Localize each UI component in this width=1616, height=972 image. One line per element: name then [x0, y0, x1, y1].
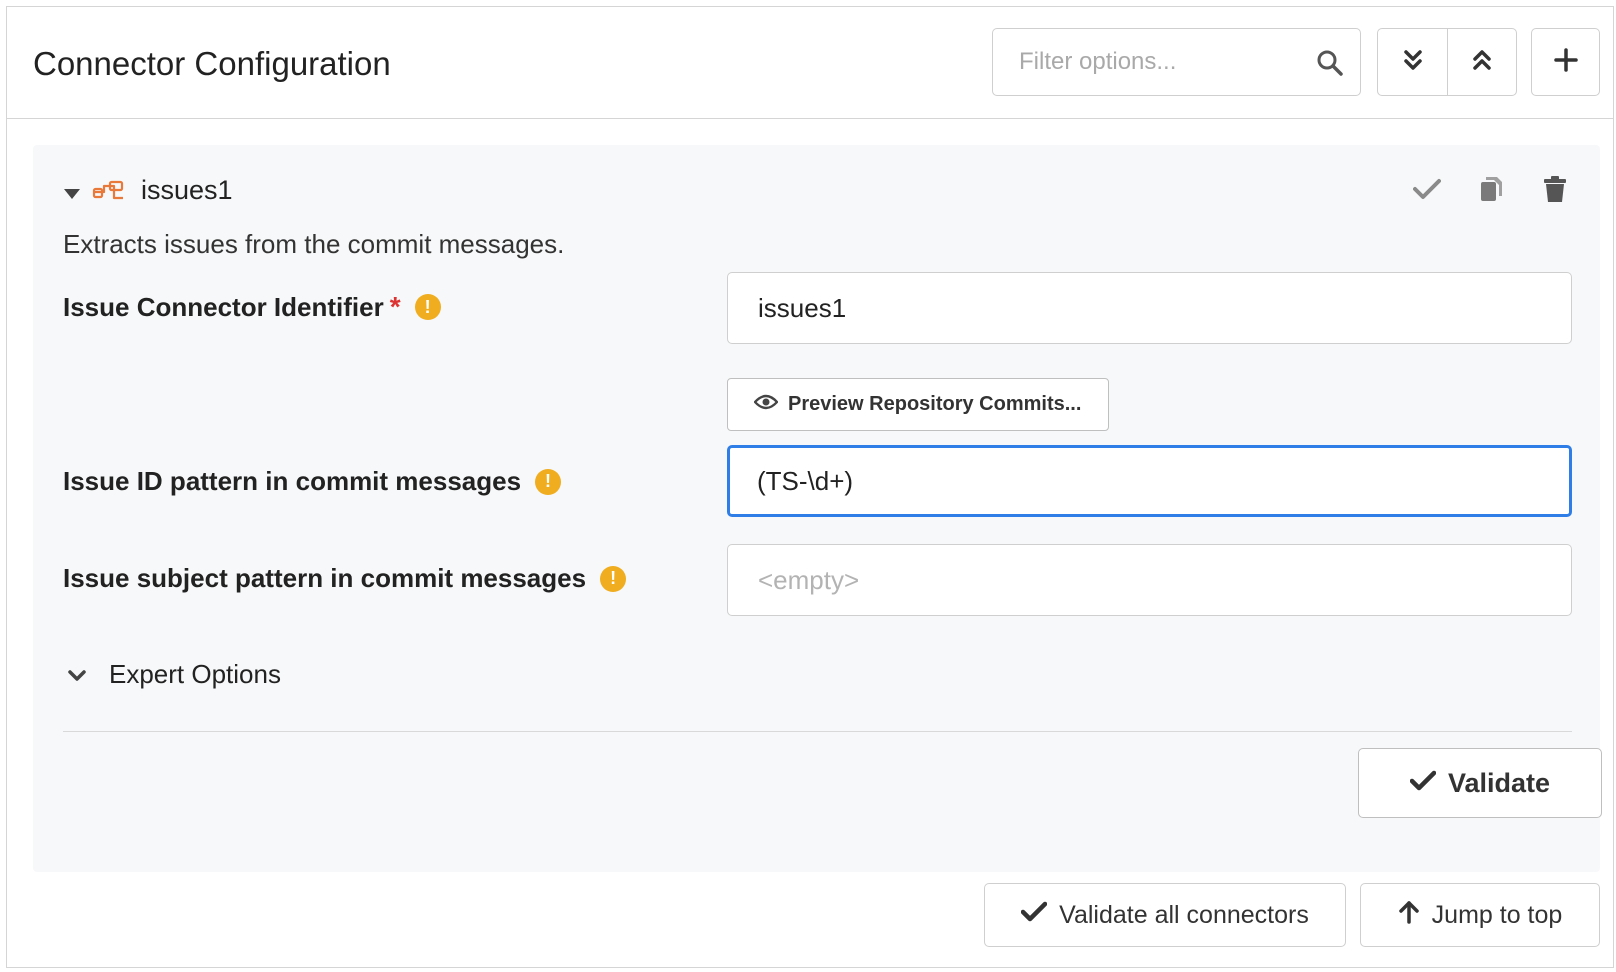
double-chevron-up-icon [1472, 49, 1492, 76]
identifier-label-text: Issue Connector Identifier [63, 291, 384, 322]
warning-icon[interactable]: ! [600, 565, 627, 592]
jump-to-top-label: Jump to top [1431, 900, 1563, 929]
check-icon[interactable] [1412, 173, 1442, 205]
connector-description: Extracts issues from the commit messages… [63, 229, 565, 259]
expand-collapse-group [1377, 28, 1517, 96]
issue-subject-pattern-label-text: Issue subject pattern in commit messages [63, 563, 587, 593]
connector-icon [92, 179, 126, 205]
page-title: Connector Configuration [33, 45, 391, 82]
issue-subject-pattern-input[interactable] [728, 545, 1571, 615]
plus-icon [1553, 47, 1578, 77]
caret-down-icon[interactable] [63, 187, 81, 205]
issue-id-pattern-label: Issue ID pattern in commit messages ! [63, 466, 562, 497]
divider [63, 731, 1572, 732]
filter-input[interactable] [993, 29, 1293, 95]
trash-icon[interactable] [1540, 173, 1570, 205]
expert-options-toggle[interactable]: Expert Options [67, 659, 281, 690]
preview-commits-button[interactable]: Preview Repository Commits... [727, 378, 1109, 431]
issue-subject-pattern-label: Issue subject pattern in commit messages… [63, 563, 627, 594]
issue-id-pattern-input[interactable] [730, 448, 1569, 514]
issue-id-pattern-field[interactable] [727, 445, 1572, 517]
copy-icon[interactable] [1476, 173, 1506, 205]
chevron-down-icon [67, 659, 87, 690]
connector-name[interactable]: issues1 [141, 175, 233, 206]
issue-id-pattern-label-text: Issue ID pattern in commit messages [63, 466, 522, 496]
eye-icon [753, 393, 779, 416]
connector-configuration-frame: Connector Configuration Filter options..… [6, 6, 1614, 968]
required-marker: * [389, 291, 401, 322]
identifier-input[interactable] [728, 273, 1571, 343]
filter-box[interactable] [992, 28, 1361, 96]
jump-to-top-button[interactable]: Jump to top [1360, 883, 1600, 947]
search-icon[interactable] [1316, 49, 1344, 77]
warning-icon[interactable]: ! [414, 294, 441, 320]
collapse-all-button[interactable] [1447, 29, 1516, 95]
validate-all-label: Validate all connectors [1059, 900, 1309, 929]
connector-panel: issues1 Extracts issues from the commit … [33, 145, 1602, 872]
check-icon [1020, 901, 1048, 930]
check-icon [1409, 768, 1437, 799]
arrow-up-icon [1398, 900, 1420, 931]
validate-label: Validate [1447, 767, 1551, 798]
expert-options-label: Expert Options [109, 659, 281, 689]
expand-all-button[interactable] [1378, 29, 1447, 95]
header-bar: Connector Configuration [7, 7, 1613, 119]
add-connector-button[interactable] [1531, 28, 1600, 96]
warning-icon[interactable]: ! [535, 468, 562, 495]
issue-subject-pattern-field[interactable] [727, 544, 1572, 616]
validate-all-connectors-button[interactable]: Validate all connectors [984, 883, 1346, 947]
identifier-label: Issue Connector Identifier * ! [63, 291, 441, 323]
connector-actions [1412, 173, 1570, 205]
identifier-field[interactable] [727, 272, 1572, 344]
double-chevron-down-icon [1403, 49, 1423, 76]
validate-button[interactable]: Validate [1358, 748, 1602, 818]
preview-commits-label: Preview Repository Commits... [788, 393, 1082, 415]
